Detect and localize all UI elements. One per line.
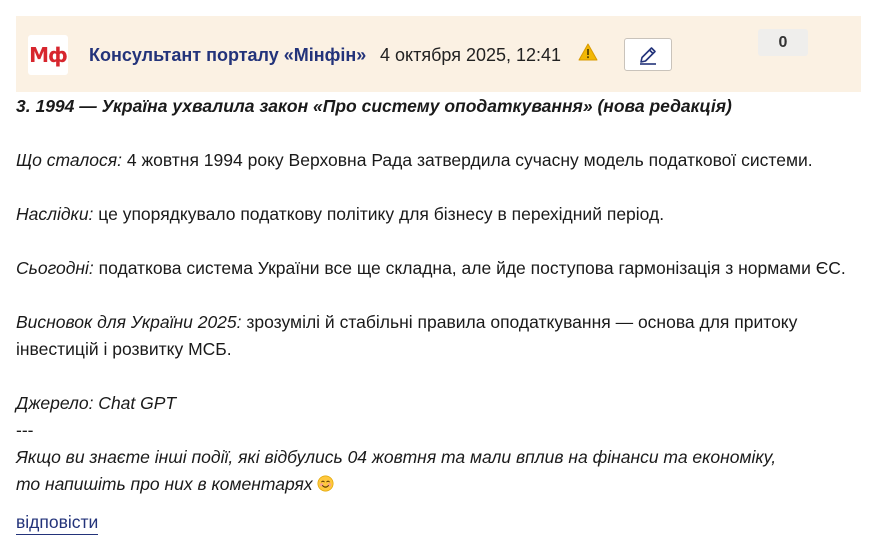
edit-button[interactable] xyxy=(624,38,672,71)
warning-icon[interactable] xyxy=(578,43,598,61)
consequences-label: Наслідки: xyxy=(16,204,94,224)
paragraph-today: Сьогодні: податкова система України все … xyxy=(16,255,866,282)
author-name[interactable]: Консультант порталу «Мінфін» xyxy=(89,45,366,66)
comment-date: 4 октября 2025, 12:41 xyxy=(380,45,562,65)
source-line: Джерело: Chat GPT xyxy=(16,393,177,413)
paragraph-what: Що сталося: 4 жовтня 1994 року Верховна … xyxy=(16,147,866,174)
post-title: 3. 1994 — Україна ухвалила закон «Про си… xyxy=(16,96,732,116)
paragraph-consequences: Наслідки: це упорядкувало податкову полі… xyxy=(16,201,866,228)
consequences-text: це упорядкувало податкову політику для б… xyxy=(93,204,665,224)
what-text: 4 жовтня 1994 року Верховна Рада затверд… xyxy=(121,150,813,170)
smiling-face-icon xyxy=(317,475,334,492)
today-text: податкова система України все ще складна… xyxy=(93,258,846,278)
comment-body: 3. 1994 — Україна ухвалила закон «Про си… xyxy=(16,93,866,498)
pencil-icon xyxy=(640,46,656,65)
conclusion-text-1: зрозумілі й стабільні правила оподаткува… xyxy=(241,312,798,332)
author-avatar[interactable]: Мф xyxy=(28,35,68,75)
conclusion-label: Висновок для України 2025: xyxy=(16,312,242,332)
closing-line-2: то напишіть про них в коментарях xyxy=(16,471,866,498)
conclusion-text-2: інвестицій і розвитку МСБ. xyxy=(16,339,232,359)
divider-text: --- xyxy=(16,420,34,440)
closing-line-1: Якщо ви знаєте інші події, які відбулись… xyxy=(16,447,777,467)
closing-text-2: то напишіть про них в коментарях xyxy=(16,474,313,494)
rating-score: 0 xyxy=(758,29,808,56)
comment: Мф Консультант порталу «Мінфін» 4 октябр… xyxy=(0,0,874,559)
comment-header: Мф Консультант порталу «Мінфін» 4 октябр… xyxy=(16,16,861,92)
today-label: Сьогодні: xyxy=(16,258,94,278)
what-label: Що сталося: xyxy=(16,150,122,170)
paragraph-conclusion: Висновок для України 2025: зрозумілі й с… xyxy=(16,309,866,336)
reply-link[interactable]: відповісти xyxy=(16,510,99,535)
